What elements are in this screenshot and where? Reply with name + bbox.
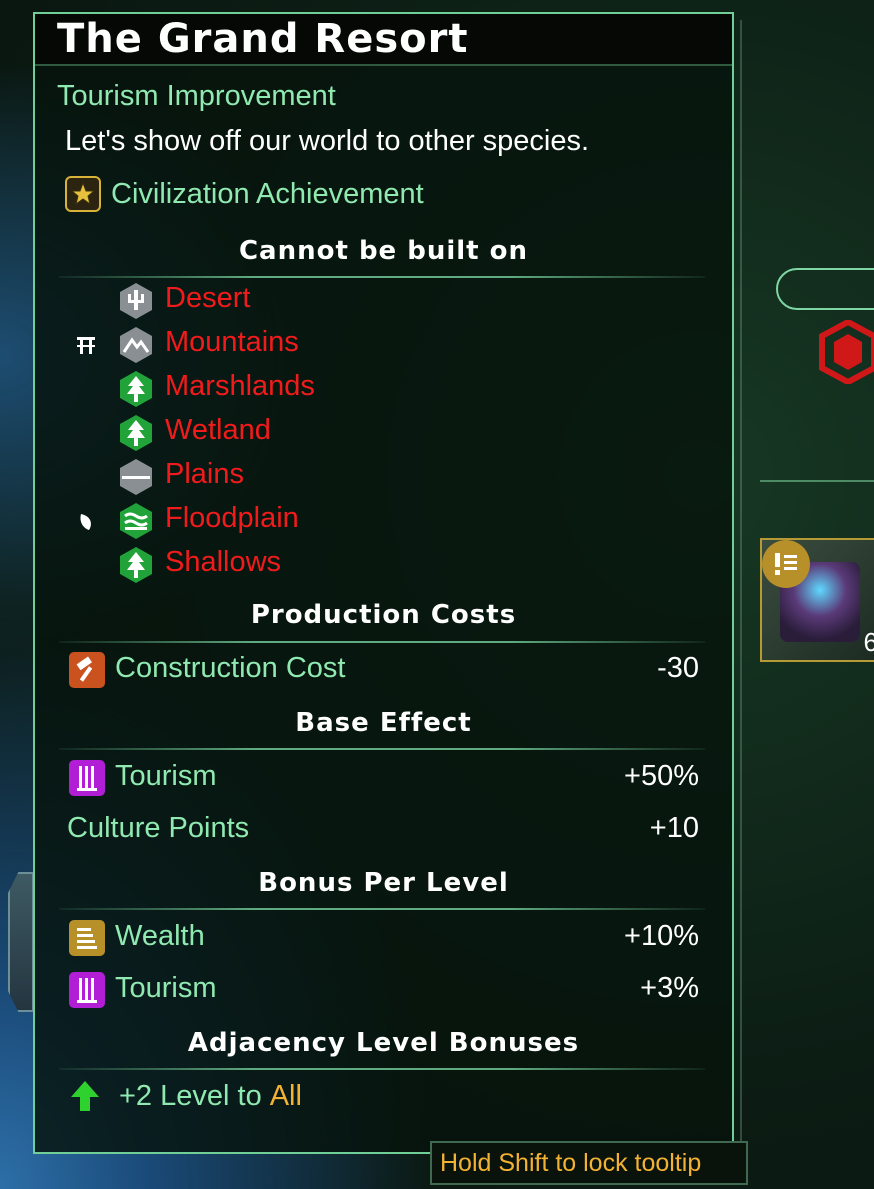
tooltip-title: The Grand Resort [57, 16, 469, 62]
project-card[interactable]: 6 [760, 538, 874, 662]
mountains-icon [120, 327, 152, 363]
tourism-label: Tourism [115, 972, 217, 1004]
divider [59, 908, 705, 910]
terrain-row: Plains [35, 456, 732, 500]
tooltip-header: The Grand Resort [35, 14, 732, 66]
panel-edge-line [740, 20, 742, 1160]
cannot-build-header: Cannot be built on [238, 236, 529, 266]
divider [59, 276, 705, 278]
leaf-icon [80, 514, 91, 530]
terrain-row: Wetland [35, 412, 732, 456]
adjacency-row: +2 Level to All [67, 1078, 302, 1114]
improvement-description: Let's show off our world to other specie… [65, 125, 590, 157]
terrain-label: Floodplain [165, 502, 299, 534]
terrain-label: Plains [165, 458, 244, 490]
adjacency-target: All [269, 1079, 302, 1112]
project-count: 6 [863, 627, 874, 657]
floodplain-icon [120, 503, 152, 539]
forest-icon [120, 371, 152, 407]
construction-cost-value: -30 [657, 652, 699, 684]
divider [59, 748, 705, 750]
base-effect-header: Base Effect [295, 708, 472, 738]
alert-emblem-icon[interactable] [818, 320, 874, 384]
divider [59, 1068, 705, 1070]
notification-badge-icon [762, 540, 810, 588]
tourism-value: +3% [640, 972, 699, 1004]
terrain-label: Shallows [165, 546, 282, 578]
wealth-value: +10% [624, 920, 699, 952]
wealth-icon [69, 920, 105, 956]
search-pill[interactable] [776, 268, 874, 310]
gate-icon [77, 337, 95, 354]
construction-cost-label: Construction Cost [115, 652, 346, 684]
bonus-header: Bonus Per Level [258, 868, 509, 898]
star-icon [65, 176, 101, 212]
bonus-row: Wealth +10% [35, 916, 732, 960]
divider [59, 641, 705, 643]
adjacency-header: Adjacency Level Bonuses [187, 1028, 580, 1058]
construction-cost-row: Construction Cost -30 [35, 648, 732, 692]
terrain-label: Mountains [165, 326, 299, 358]
terrain-label: Desert [165, 282, 251, 314]
tourism-value: +50% [624, 760, 699, 792]
hammer-icon [69, 652, 105, 688]
production-header: Production Costs [250, 600, 517, 630]
culture-points-label: Culture Points [67, 812, 250, 844]
tooltip-panel: The Grand Resort Tourism Improvement Let… [33, 12, 734, 1154]
right-divider [760, 480, 874, 482]
lock-tooltip-hint: Hold Shift to lock tooltip [430, 1141, 748, 1185]
forest-icon [120, 547, 152, 583]
terrain-row: Desert [35, 280, 732, 324]
base-effect-row: Culture Points +10 [35, 808, 732, 852]
arrow-up-icon [71, 1081, 99, 1111]
terrain-row: Floodplain [35, 500, 732, 544]
achievement-row: Civilization Achievement [65, 176, 424, 212]
adjacency-text: +2 Level to [119, 1079, 262, 1112]
improvement-type: Tourism Improvement [57, 80, 336, 112]
culture-points-value: +10 [649, 812, 699, 844]
terrain-label: Marshlands [165, 370, 315, 402]
tourism-icon [69, 760, 105, 796]
left-tile-edge [8, 872, 34, 1012]
forest-icon [120, 415, 152, 451]
terrain-row: Marshlands [35, 368, 732, 412]
terrain-row: Shallows [35, 544, 732, 588]
tourism-icon [69, 972, 105, 1008]
wealth-label: Wealth [115, 920, 205, 952]
bonus-row: Tourism +3% [35, 968, 732, 1012]
terrain-label: Wetland [165, 414, 271, 446]
desert-icon [120, 283, 152, 319]
terrain-row: Mountains [35, 324, 732, 368]
achievement-label: Civilization Achievement [111, 177, 424, 210]
tourism-label: Tourism [115, 760, 217, 792]
plains-icon [120, 459, 152, 495]
base-effect-row: Tourism +50% [35, 756, 732, 800]
